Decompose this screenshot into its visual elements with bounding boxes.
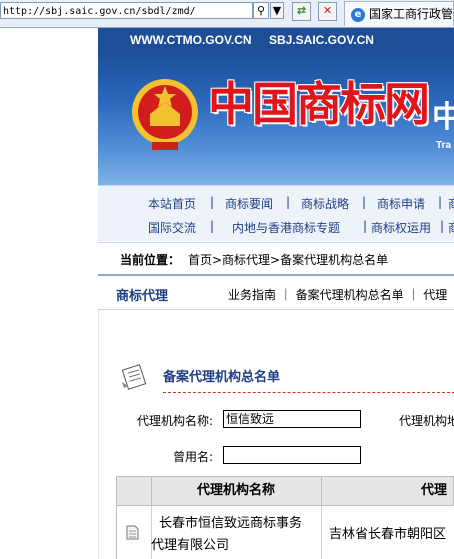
agency-name-line1: 长春市恒信致远商标事务 (159, 516, 303, 531)
section-title: 商标代理 (116, 289, 169, 304)
nav-item-news[interactable]: 商标要闻 (225, 195, 273, 212)
nav-item-overflow[interactable]: 商 (448, 195, 454, 212)
list-title: 备案代理机构总名单 (163, 370, 281, 385)
table-header-cell (117, 477, 152, 505)
agency-name-input[interactable]: 恒信致远 (223, 410, 361, 428)
logo-subtitle: Tra (436, 140, 452, 151)
national-emblem-icon (132, 79, 198, 150)
ie-icon: e (351, 7, 365, 22)
title-divider (163, 392, 454, 393)
agency-address-label: 代理机构地 (399, 414, 454, 428)
site-banner: 中国商标网 中 Tra (98, 52, 454, 185)
dropdown-arrow-icon[interactable]: ▼ (270, 2, 284, 19)
agency-address: 吉林省长春市朝阳区 (329, 527, 447, 542)
nav-separator: | (286, 195, 291, 209)
site-url-bar: WWW.CTMO.GOV.CN SBJ.SAIC.GOV.CN (98, 28, 454, 52)
table-row[interactable]: 长春市恒信致远商标事务 代理有限公司 吉林省长春市朝阳区 (116, 506, 454, 559)
section-bar: 商标代理 业务指南 ｜ 备案代理机构总名单 ｜ 代理 (98, 279, 454, 310)
main-nav: 本站首页 | 商标要闻 | 商标战略 | 商标申请 | 商 国际交流 | 内地与… (98, 185, 454, 241)
former-name-input[interactable] (223, 446, 361, 464)
agency-name-cell[interactable]: 长春市恒信致远商标事务 代理有限公司 (151, 506, 322, 559)
agency-name-line2: 代理有限公司 (151, 538, 230, 553)
nav-item-strategy[interactable]: 商标战略 (301, 195, 349, 212)
nav-separator: | (363, 219, 368, 233)
document-icon[interactable] (126, 525, 139, 540)
results-table: 代理机构名称 代理 长春市恒信致远商标事务 代理有限公司 吉林省长春市朝阳区 (116, 476, 454, 559)
document-list-icon (121, 364, 147, 390)
left-blank-area (0, 28, 98, 559)
search-icon[interactable]: ⚲ (253, 2, 269, 19)
section-links[interactable]: 业务指南 ｜ 备案代理机构总名单 ｜ 代理 (228, 286, 447, 303)
table-header-name: 代理机构名称 (151, 477, 322, 505)
nav-separator: | (210, 195, 215, 209)
nav-item-home[interactable]: 本站首页 (148, 195, 196, 212)
browser-toolbar: http://sbj.saic.gov.cn/sbdl/zmd/ ⚲ ▼ ⇄ ✕… (0, 0, 454, 28)
stop-icon[interactable]: ✕ (318, 2, 337, 21)
tab-title: 国家工商行政管理总局 (369, 7, 454, 21)
nav-item-application[interactable]: 商标申请 (377, 195, 425, 212)
former-name-label: 曾用名: (173, 450, 214, 464)
breadcrumb: 当前位置： 首页>商标代理>备案代理机构总名单 (98, 242, 454, 276)
table-header: 代理机构名称 代理 (116, 476, 454, 506)
refresh-icon[interactable]: ⇄ (292, 2, 311, 21)
browser-tab[interactable]: e 国家工商行政管理总局 (344, 1, 454, 26)
nav-item-overflow-2[interactable]: 商 (448, 219, 454, 236)
logo-overflow-char: 中 (432, 100, 454, 135)
nav-separator: | (438, 195, 443, 209)
breadcrumb-label: 当前位置： (120, 253, 181, 267)
site-logo-text: 中国商标网 (208, 77, 430, 131)
nav-separator: | (362, 195, 367, 209)
row-icon-cell (117, 506, 152, 559)
table-header-address: 代理 (421, 483, 448, 498)
agency-name-label: 代理机构名称: (137, 414, 214, 428)
site-url-1: WWW.CTMO.GOV.CN (130, 33, 252, 47)
nav-separator: | (440, 219, 445, 233)
address-bar[interactable]: http://sbj.saic.gov.cn/sbdl/zmd/ (0, 2, 253, 19)
nav-item-international[interactable]: 国际交流 (148, 219, 196, 236)
site-url-2: SBJ.SAIC.GOV.CN (269, 33, 374, 47)
breadcrumb-path[interactable]: 首页>商标代理>备案代理机构总名单 (188, 251, 388, 268)
agency-address-cell: 吉林省长春市朝阳区 (321, 506, 454, 559)
nav-separator: | (210, 219, 215, 233)
nav-item-hongkong[interactable]: 内地与香港商标专题 (232, 219, 340, 236)
nav-item-rights[interactable]: 商标权运用 (371, 219, 431, 236)
